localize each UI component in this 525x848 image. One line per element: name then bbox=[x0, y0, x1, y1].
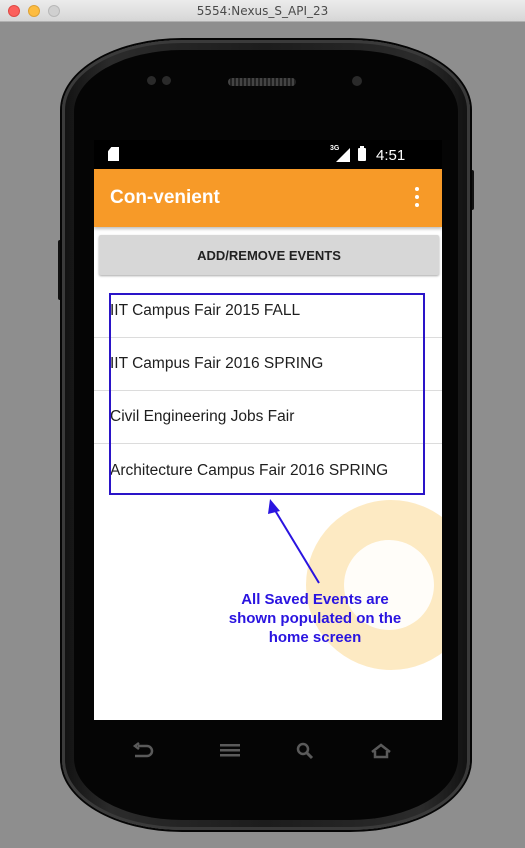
signal-icon bbox=[336, 148, 350, 162]
app-bar: Con-venient bbox=[94, 169, 442, 227]
search-icon[interactable] bbox=[296, 742, 314, 760]
event-list-item[interactable]: IIT Campus Fair 2016 SPRING bbox=[94, 338, 442, 391]
emulator-window: 5554:Nexus_S_API_23 3G 4:51 Con-venient … bbox=[0, 0, 525, 848]
window-title: 5554:Nexus_S_API_23 bbox=[196, 4, 329, 18]
menu-icon[interactable] bbox=[220, 742, 240, 758]
event-list-item[interactable]: Civil Engineering Jobs Fair bbox=[94, 391, 442, 444]
hardware-nav-bar bbox=[94, 720, 442, 800]
annotation-line-1: All Saved Events are bbox=[241, 591, 389, 608]
add-remove-events-button[interactable]: ADD/REMOVE EVENTS bbox=[99, 235, 439, 275]
proximity-sensor-icon bbox=[162, 76, 171, 85]
status-bar: 3G 4:51 bbox=[94, 140, 442, 169]
annotation-line-3: home screen bbox=[268, 629, 362, 646]
home-icon[interactable] bbox=[370, 742, 392, 760]
saved-events-list: IIT Campus Fair 2015 FALL IIT Campus Fai… bbox=[94, 285, 442, 497]
annotation-line-2: shown populated on the bbox=[228, 610, 402, 627]
light-sensor-icon bbox=[352, 76, 362, 86]
event-list-item[interactable]: IIT Campus Fair 2015 FALL bbox=[94, 285, 442, 338]
annotation-callout: All Saved Events are shown populated on … bbox=[200, 590, 430, 647]
event-list-item[interactable]: Architecture Campus Fair 2016 SPRING bbox=[94, 444, 442, 497]
status-clock: 4:51 bbox=[376, 147, 406, 164]
back-icon[interactable] bbox=[132, 742, 154, 760]
window-titlebar: 5554:Nexus_S_API_23 bbox=[0, 0, 525, 22]
overflow-menu-icon[interactable] bbox=[412, 187, 422, 209]
earpiece-speaker bbox=[228, 78, 296, 86]
sd-card-icon bbox=[108, 147, 119, 161]
front-camera-icon bbox=[147, 76, 156, 85]
app-title: Con-venient bbox=[110, 187, 220, 208]
battery-icon bbox=[358, 146, 366, 161]
